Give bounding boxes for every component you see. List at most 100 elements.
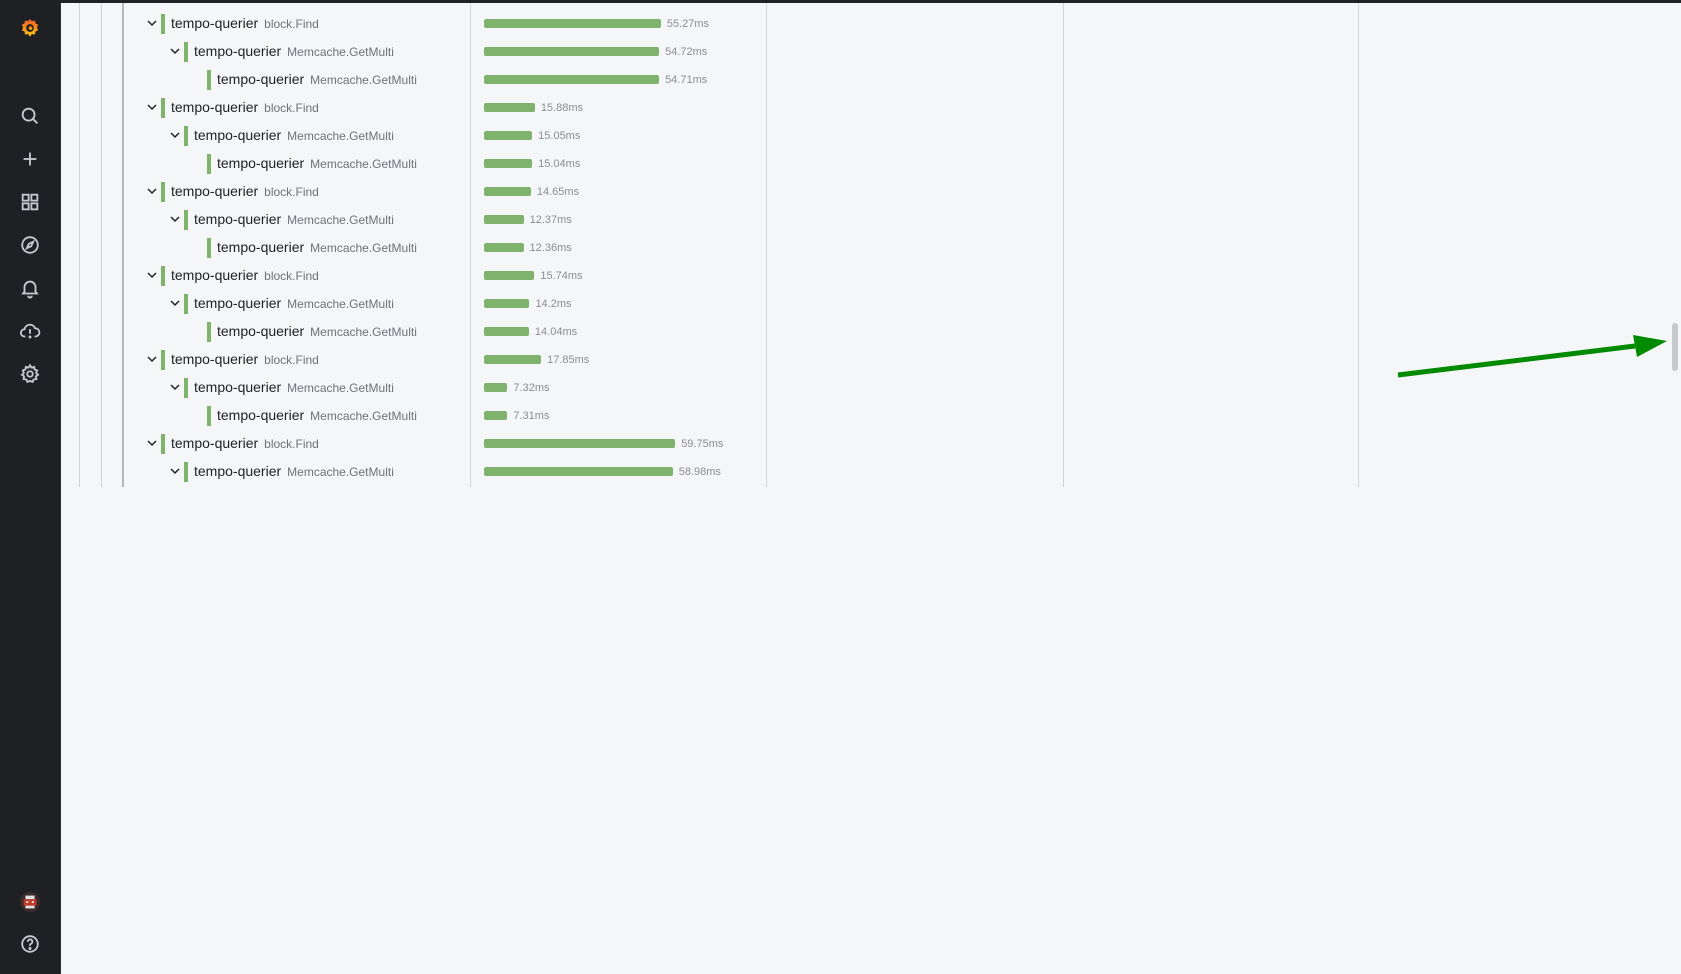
span-row[interactable]: tempo-querier Memcache.GetMulti 15.04ms	[60, 150, 1681, 178]
span-service-color	[161, 266, 165, 286]
span-service-name: tempo-querier	[171, 183, 259, 199]
grafana-logo[interactable]	[16, 14, 44, 42]
span-label[interactable]: tempo-querier block.Find	[171, 99, 319, 115]
chevron-down-icon[interactable]	[145, 184, 159, 198]
gear-icon[interactable]	[16, 360, 44, 388]
span-row[interactable]: tempo-querier block.Find 15.88ms	[60, 94, 1681, 122]
dashboards-icon[interactable]	[16, 188, 44, 216]
chevron-down-icon[interactable]	[145, 268, 159, 282]
span-service-name: tempo-querier	[217, 239, 305, 255]
span-label[interactable]: tempo-querier Memcache.GetMulti	[194, 379, 394, 395]
span-label[interactable]: tempo-querier block.Find	[171, 435, 319, 451]
chevron-down-icon[interactable]	[168, 128, 182, 142]
span-label[interactable]: tempo-querier block.Find	[171, 15, 319, 31]
annotation-arrow	[1397, 335, 1667, 378]
span-duration-bar[interactable]	[484, 467, 673, 476]
span-duration-bar[interactable]	[484, 243, 524, 252]
span-row[interactable]: tempo-querier Memcache.GetMulti 54.72ms	[60, 38, 1681, 66]
span-operation-name: Memcache.GetMulti	[310, 241, 417, 255]
span-duration-bar[interactable]	[484, 271, 535, 280]
span-duration-label: 15.05ms	[538, 130, 581, 142]
span-row[interactable]: tempo-querier block.Find 55.27ms	[60, 10, 1681, 38]
chevron-down-icon[interactable]	[168, 44, 182, 58]
search-icon[interactable]	[16, 102, 44, 130]
chevron-down-icon[interactable]	[168, 296, 182, 310]
span-duration-label: 58.98ms	[678, 466, 721, 478]
span-service-color	[207, 70, 211, 90]
span-label[interactable]: tempo-querier Memcache.GetMulti	[217, 323, 417, 339]
span-row[interactable]: tempo-querier block.Find 14.65ms	[60, 178, 1681, 206]
span-row[interactable]: tempo-querier Memcache.GetMulti 7.31ms	[60, 402, 1681, 430]
avatar[interactable]	[16, 888, 44, 916]
chevron-down-icon[interactable]	[168, 464, 182, 478]
chevron-down-icon[interactable]	[145, 436, 159, 450]
span-row[interactable]: tempo-querier Memcache.GetMulti 14.2ms	[60, 290, 1681, 318]
span-label[interactable]: tempo-querier Memcache.GetMulti	[194, 43, 394, 59]
span-label[interactable]: tempo-querier Memcache.GetMulti	[194, 295, 394, 311]
span-service-name: tempo-querier	[171, 267, 259, 283]
span-duration-bar[interactable]	[484, 411, 508, 420]
sidebar	[0, 0, 61, 974]
span-operation-name: Memcache.GetMulti	[287, 129, 394, 143]
span-duration-bar[interactable]	[484, 355, 542, 364]
span-row[interactable]: tempo-querier block.Find 15.74ms	[60, 262, 1681, 290]
span-duration-bar[interactable]	[484, 383, 508, 392]
span-duration-bar[interactable]	[484, 439, 676, 448]
cloud-alert-icon[interactable]	[16, 317, 44, 345]
span-service-name: tempo-querier	[217, 71, 305, 87]
span-service-color	[161, 98, 165, 118]
span-duration-bar[interactable]	[484, 103, 535, 112]
span-label[interactable]: tempo-querier Memcache.GetMulti	[194, 211, 394, 227]
chevron-down-icon[interactable]	[145, 352, 159, 366]
span-row[interactable]: tempo-querier Memcache.GetMulti 12.37ms	[60, 206, 1681, 234]
span-duration-bar[interactable]	[484, 159, 533, 168]
span-duration-bar[interactable]	[484, 215, 524, 224]
span-label[interactable]: tempo-querier Memcache.GetMulti	[194, 127, 394, 143]
span-duration-label: 55.27ms	[666, 18, 710, 30]
span-service-color	[184, 462, 188, 482]
span-service-name: tempo-querier	[217, 407, 305, 423]
span-service-color	[207, 322, 211, 342]
span-label[interactable]: tempo-querier Memcache.GetMulti	[217, 407, 417, 423]
span-label[interactable]: tempo-querier block.Find	[171, 267, 319, 283]
chevron-down-icon[interactable]	[145, 16, 159, 30]
span-service-name: tempo-querier	[171, 15, 259, 31]
span-service-color	[184, 378, 188, 398]
span-row[interactable]: tempo-querier Memcache.GetMulti 54.71ms	[60, 66, 1681, 94]
span-row[interactable]: tempo-querier block.Find 59.75ms	[60, 430, 1681, 458]
span-duration-label: 7.31ms	[513, 410, 550, 422]
span-operation-name: Memcache.GetMulti	[310, 325, 417, 339]
span-duration-label: 15.04ms	[538, 158, 581, 170]
span-duration-bar[interactable]	[484, 131, 533, 140]
span-duration-label: 12.36ms	[529, 242, 572, 254]
span-service-name: tempo-querier	[171, 99, 259, 115]
chevron-down-icon[interactable]	[168, 212, 182, 226]
span-duration-bar[interactable]	[484, 19, 661, 28]
chevron-down-icon[interactable]	[168, 380, 182, 394]
chevron-down-icon[interactable]	[145, 100, 159, 114]
span-label[interactable]: tempo-querier Memcache.GetMulti	[217, 239, 417, 255]
span-duration-bar[interactable]	[484, 47, 660, 56]
span-duration-bar[interactable]	[484, 299, 530, 308]
span-service-name: tempo-querier	[194, 295, 282, 311]
span-label[interactable]: tempo-querier Memcache.GetMulti	[217, 71, 417, 87]
span-duration-bar[interactable]	[484, 187, 531, 196]
plus-icon[interactable]	[16, 145, 44, 173]
span-service-name: tempo-querier	[217, 155, 305, 171]
span-row[interactable]: tempo-querier Memcache.GetMulti 12.36ms	[60, 234, 1681, 262]
span-duration-bar[interactable]	[484, 75, 660, 84]
span-label[interactable]: tempo-querier block.Find	[171, 183, 319, 199]
alerting-bell-icon[interactable]	[16, 274, 44, 302]
span-duration-bar[interactable]	[484, 327, 529, 336]
explore-compass-icon[interactable]	[16, 231, 44, 259]
span-label[interactable]: tempo-querier block.Find	[171, 351, 319, 367]
help-icon[interactable]	[16, 930, 44, 958]
span-service-color	[184, 42, 188, 62]
span-row[interactable]: tempo-querier Memcache.GetMulti 15.05ms	[60, 122, 1681, 150]
span-service-name: tempo-querier	[217, 323, 305, 339]
span-row[interactable]: tempo-querier Memcache.GetMulti 58.98ms	[60, 458, 1681, 486]
grafana-logo-icon	[21, 18, 39, 37]
span-label[interactable]: tempo-querier Memcache.GetMulti	[217, 155, 417, 171]
span-label[interactable]: tempo-querier Memcache.GetMulti	[194, 463, 394, 479]
span-duration-label: 12.37ms	[529, 214, 572, 226]
